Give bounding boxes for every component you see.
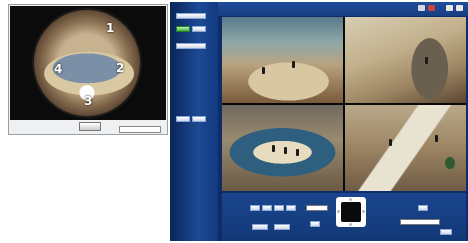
- position-right-button[interactable]: [274, 224, 290, 230]
- pad-right[interactable]: [362, 210, 365, 213]
- setup-icon[interactable]: [446, 5, 453, 11]
- zoom-max-button[interactable]: [286, 205, 296, 211]
- fisheye-select[interactable]: [119, 126, 161, 133]
- sidebar-button-2[interactable]: [192, 26, 206, 32]
- person: [284, 147, 287, 154]
- person: [425, 57, 428, 64]
- pad-down[interactable]: [349, 223, 352, 226]
- control-panel: [222, 193, 466, 241]
- person: [296, 149, 299, 156]
- help-icon[interactable]: [456, 5, 463, 11]
- zoom-in-button[interactable]: [274, 205, 284, 211]
- fisheye-button[interactable]: [79, 122, 101, 131]
- record-field[interactable]: [400, 219, 440, 225]
- region-label-1[interactable]: 1: [106, 21, 114, 35]
- sidebar: [170, 2, 218, 241]
- camera-viewer: [170, 2, 468, 241]
- person: [262, 67, 265, 74]
- fisheye-controls: [9, 120, 167, 134]
- region-label-3[interactable]: 3: [84, 94, 92, 108]
- camera-tile-1[interactable]: [222, 17, 343, 103]
- snapshot-button[interactable]: [418, 205, 428, 211]
- flag-icon[interactable]: [418, 5, 425, 11]
- pan-tilt-center[interactable]: [341, 202, 361, 222]
- sidebar-button-1[interactable]: [176, 26, 190, 32]
- region-label-2[interactable]: 2: [116, 61, 124, 75]
- camera-tile-3[interactable]: [222, 105, 343, 191]
- person: [272, 145, 275, 152]
- fisheye-view: 1 2 3 4: [10, 6, 166, 120]
- preset-select[interactable]: [306, 205, 328, 211]
- plant: [445, 157, 455, 169]
- fisheye-panel: 1 2 3 4: [8, 4, 168, 135]
- region-label-4[interactable]: 4: [54, 62, 62, 76]
- quad-view: [222, 17, 466, 191]
- position-left-button[interactable]: [252, 224, 268, 230]
- record-go-button[interactable]: [440, 229, 452, 235]
- sidebar-button-right[interactable]: [192, 116, 206, 122]
- sidebar-button-3[interactable]: [176, 43, 206, 49]
- pan-tilt-pad[interactable]: [336, 197, 366, 227]
- camera-tile-2[interactable]: [345, 17, 466, 103]
- zoom-out-button[interactable]: [250, 205, 260, 211]
- pad-up[interactable]: [349, 198, 352, 201]
- zoom-reset-button[interactable]: [262, 205, 272, 211]
- sidebar-button-0[interactable]: [176, 13, 206, 19]
- camera-tile-4[interactable]: [345, 105, 466, 191]
- person: [435, 135, 438, 142]
- pad-left[interactable]: [337, 210, 340, 213]
- person: [389, 139, 392, 146]
- preset-go-button[interactable]: [310, 221, 320, 227]
- top-bar: [218, 2, 468, 16]
- sidebar-button-left[interactable]: [176, 116, 190, 122]
- alarm-icon[interactable]: [428, 5, 435, 11]
- person: [292, 61, 295, 68]
